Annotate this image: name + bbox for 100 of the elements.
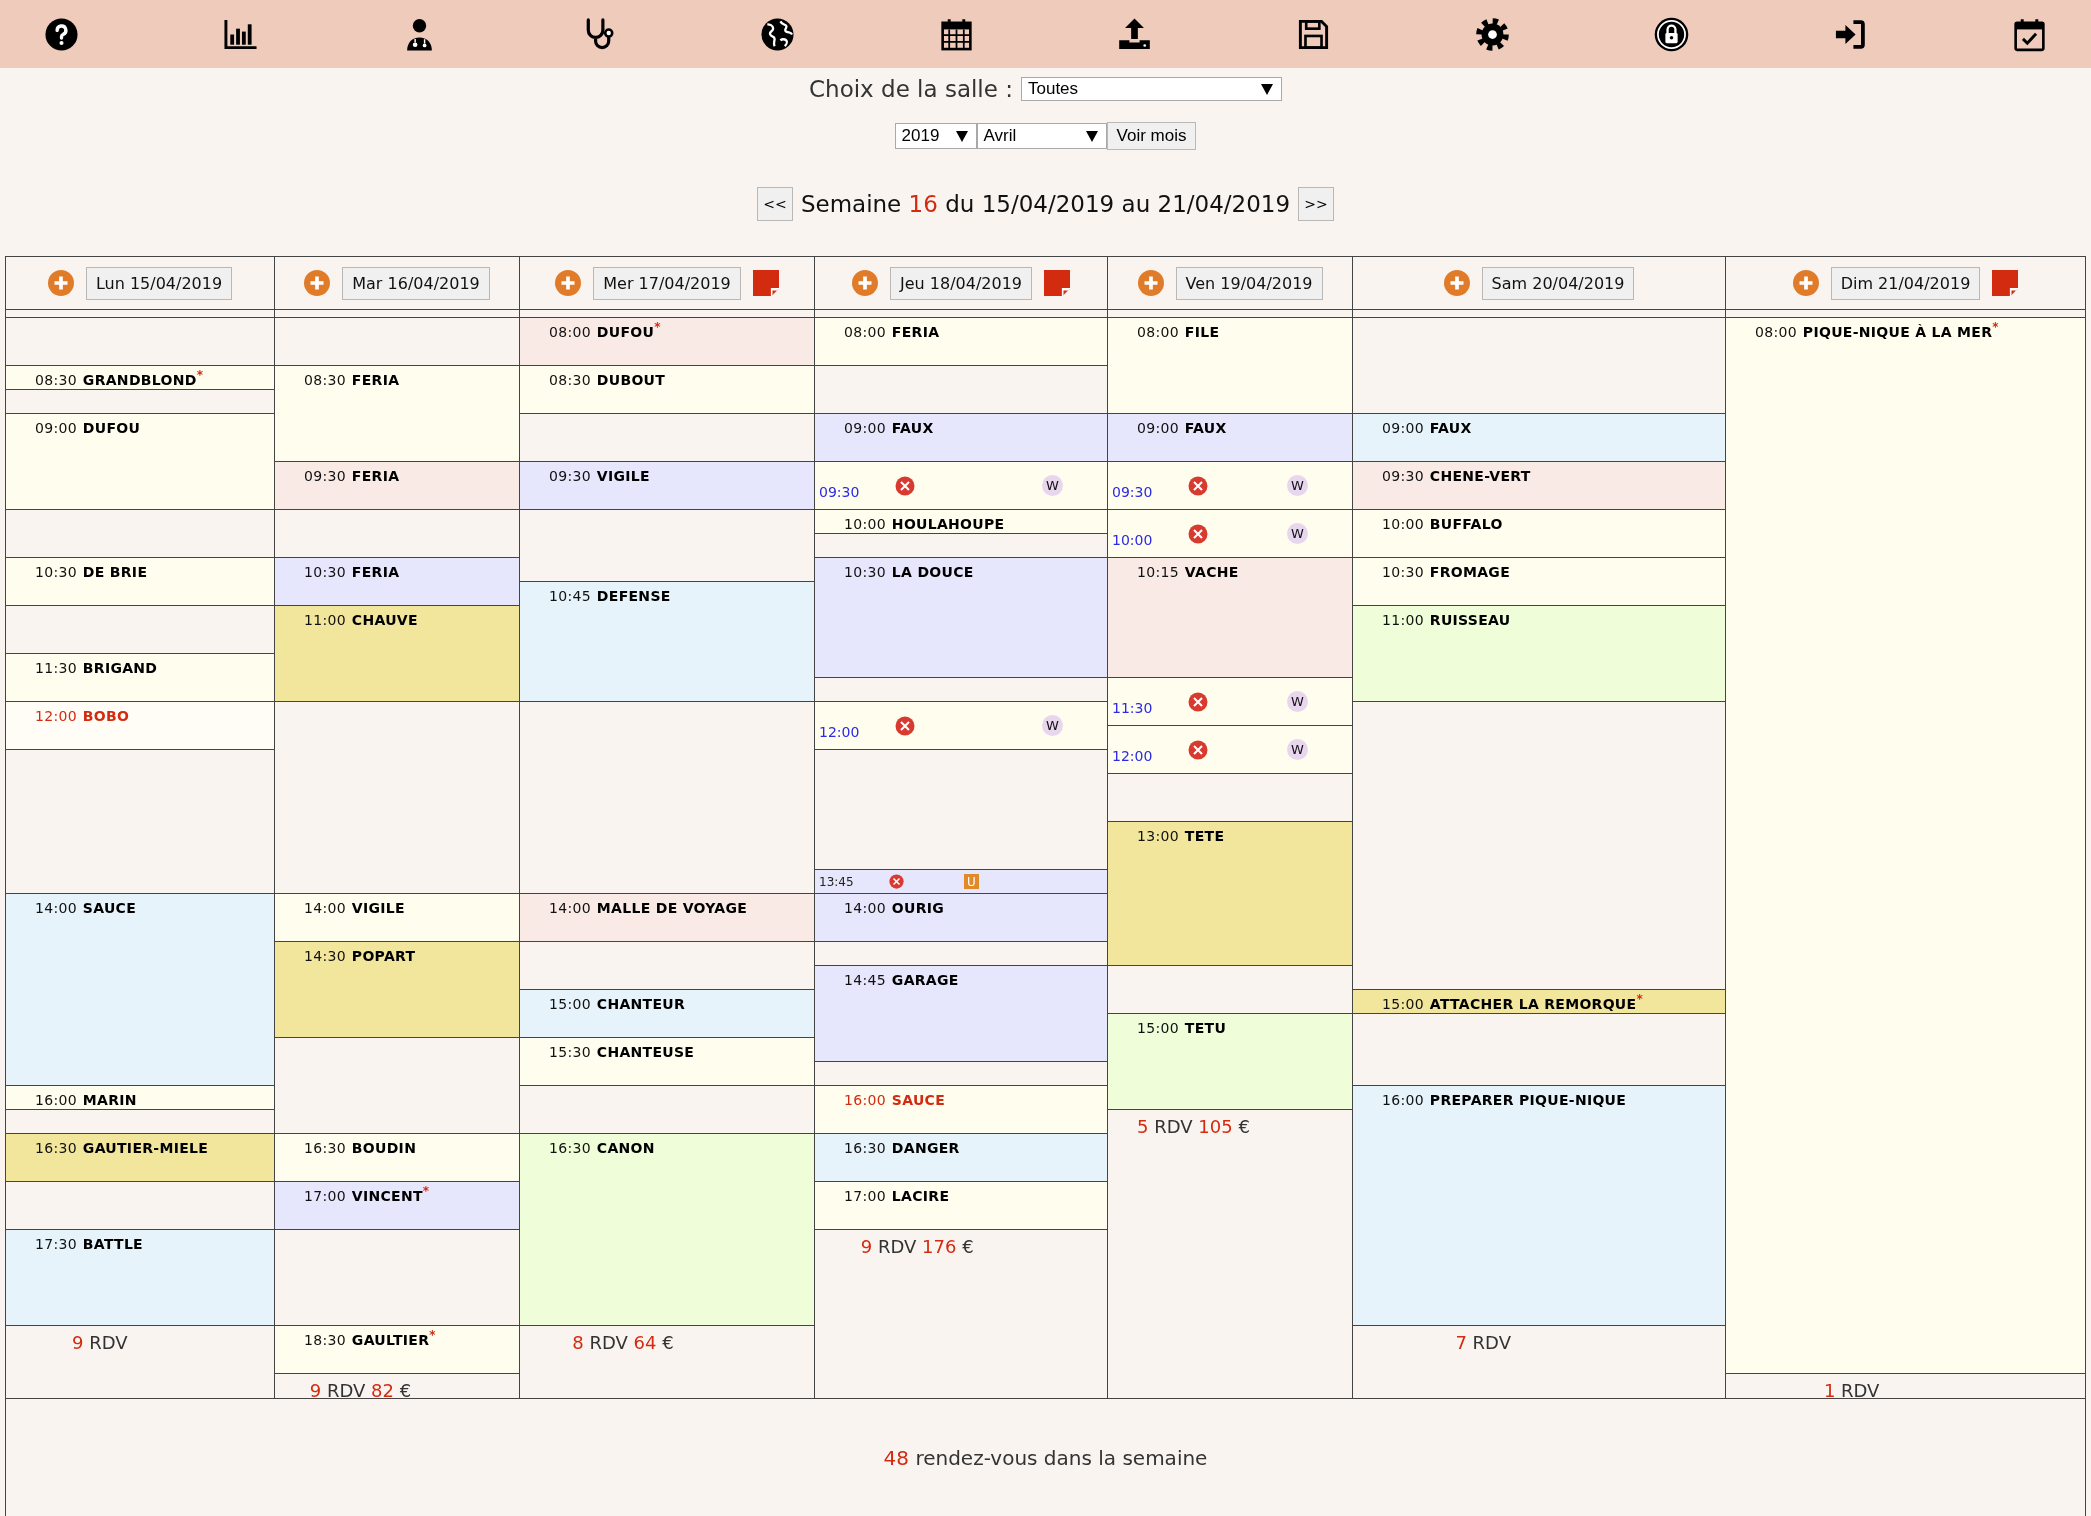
add-icon[interactable] — [1137, 270, 1164, 296]
patient-name: FROMAGE — [1429, 564, 1511, 580]
year-select[interactable]: 2019 — [894, 123, 977, 149]
help-icon[interactable] — [44, 16, 79, 52]
appointment-cell[interactable]: 08:00 FERIA — [815, 318, 1107, 366]
appointment-cell[interactable]: 08:00 DUFOU$^{*}$ — [520, 318, 814, 366]
slot-badge[interactable]: W — [1042, 715, 1063, 736]
calendar-icon[interactable] — [938, 16, 974, 52]
free-slot[interactable]: 10:00 W — [1108, 510, 1352, 558]
slot-badge[interactable]: W — [1287, 523, 1308, 544]
appointment-cell[interactable]: 11:00 CHAUVE — [275, 606, 519, 702]
appointment-cell[interactable]: 10:30 DE BRIE — [6, 558, 274, 606]
appointment-cell[interactable]: 09:00 DUFOU — [6, 414, 274, 510]
cancel-icon[interactable] — [1188, 691, 1208, 712]
add-icon[interactable] — [555, 270, 582, 296]
free-slot[interactable]: 12:00 W — [815, 702, 1107, 750]
appointment-cell[interactable]: 16:30 GAUTIER-MIELE — [6, 1134, 274, 1182]
appointment-cell[interactable]: 10:00 HOULAHOUPE — [815, 510, 1107, 534]
appointment-cell[interactable]: 09:30 CHENE-VERT — [1353, 462, 1725, 510]
day-button[interactable]: Lun 15/04/2019 — [85, 266, 233, 300]
cancel-icon[interactable] — [1188, 739, 1208, 760]
appointment-cell[interactable]: 14:45 GARAGE — [815, 966, 1107, 1062]
slot-badge[interactable]: W — [1287, 475, 1308, 496]
upload-icon[interactable] — [1117, 16, 1153, 52]
cancel-icon[interactable] — [895, 475, 915, 496]
month-select[interactable]: Avril — [976, 123, 1107, 149]
appointment-cell[interactable]: 10:00 BUFFALO — [1353, 510, 1725, 558]
calendar-check-icon[interactable] — [2011, 16, 2047, 52]
appointment-cell[interactable]: 15:30 CHANTEUSE — [520, 1038, 814, 1086]
note-icon[interactable] — [1992, 270, 2019, 296]
add-icon[interactable] — [47, 270, 74, 296]
free-slot[interactable]: 12:00 W — [1108, 726, 1352, 774]
appointment-cell[interactable]: 14:00 OURIG — [815, 894, 1107, 942]
day-button[interactable]: Mar 16/04/2019 — [342, 266, 490, 300]
appointment-cell[interactable]: 17:00 VINCENT$^{*}$ — [275, 1182, 519, 1230]
appointment-time: 10:45 — [549, 588, 591, 604]
note-icon[interactable] — [752, 270, 779, 296]
appointment-cell[interactable]: 13:00 TETE — [1108, 822, 1352, 966]
appointment-cell[interactable]: 16:30 BOUDIN — [275, 1134, 519, 1182]
appointment-cell[interactable]: 14:00 VIGILE — [275, 894, 519, 942]
appointment-cell[interactable]: 09:30 VIGILE — [520, 462, 814, 510]
free-slot[interactable]: 11:30 W — [1108, 678, 1352, 726]
appointment-cell[interactable]: 11:00 RUISSEAU — [1353, 606, 1725, 702]
day-button[interactable]: Mer 17/04/2019 — [593, 266, 741, 300]
appointment-cell[interactable]: 08:00 PIQUE-NIQUE À LA MER$^{*}$ — [1726, 318, 2085, 1374]
note-icon[interactable] — [1044, 270, 1070, 296]
next-week-button[interactable]: >> — [1298, 187, 1335, 221]
previous-week-button[interactable]: << — [756, 187, 793, 221]
settings-icon[interactable] — [1475, 16, 1511, 52]
appointment-cell[interactable]: 16:00 PREPARER PIQUE-NIQUE — [1353, 1086, 1725, 1326]
appointment-cell[interactable]: 14:30 POPART — [275, 942, 519, 1038]
day-button[interactable]: Sam 20/04/2019 — [1481, 266, 1635, 300]
cancel-icon[interactable] — [1188, 523, 1208, 544]
appointment-cell[interactable]: 14:00 MALLE DE VOYAGE — [520, 894, 814, 942]
appointment-cell[interactable]: 16:30 CANON — [520, 1134, 814, 1326]
add-icon[interactable] — [304, 270, 331, 296]
day-button[interactable]: Jeu 18/04/2019 — [890, 266, 1032, 300]
cancel-icon[interactable] — [889, 874, 904, 889]
appointment-cell[interactable]: 16:30 DANGER — [815, 1134, 1107, 1182]
appointment-cell[interactable]: 08:30 FERIA — [275, 366, 519, 462]
cancel-icon[interactable] — [895, 715, 915, 736]
appointment-cell[interactable]: 16:00 MARIN — [6, 1086, 274, 1110]
add-icon[interactable] — [1792, 270, 1819, 296]
slot-badge[interactable]: W — [1287, 691, 1308, 712]
appointment-cell[interactable]: 11:30 BRIGAND — [6, 654, 274, 702]
appointment-cell[interactable]: 12:00 BOBO — [6, 702, 274, 750]
free-slot[interactable]: 09:30 W — [1108, 462, 1352, 510]
appointment-cell[interactable]: 15:00 ATTACHER LA REMORQUE$^{*}$ — [1353, 990, 1725, 1014]
add-icon[interactable] — [1443, 270, 1470, 296]
view-month-button[interactable]: Voir mois — [1106, 122, 1197, 150]
appointment-cell[interactable]: 15:00 CHANTEUR — [520, 990, 814, 1038]
appointment-cell[interactable]: 16:00 SAUCE — [815, 1086, 1107, 1134]
appointment-cell[interactable]: 08:30 GRANDBLOND$^{*}$ — [6, 366, 274, 390]
appointment-cell[interactable]: 08:00 FILE — [1108, 318, 1352, 414]
slot-badge[interactable]: W — [1287, 739, 1308, 760]
appointment-cell[interactable]: 10:30 FROMAGE — [1353, 558, 1725, 606]
cancel-icon[interactable] — [1188, 475, 1208, 496]
appointment-cell[interactable]: 10:30 FERIA — [275, 558, 519, 606]
lock-icon[interactable] — [1654, 16, 1690, 52]
appointment-cell[interactable]: 14:00 SAUCE — [6, 894, 274, 1086]
appointment-cell[interactable]: 17:30 BATTLE — [6, 1230, 274, 1326]
appointment-cell[interactable]: 10:30 LA DOUCE — [815, 558, 1107, 678]
appointment-cell[interactable]: 15:00 TETU — [1108, 1014, 1352, 1110]
appointment-cell[interactable]: 10:15 VACHE — [1108, 558, 1352, 678]
globe-icon[interactable] — [759, 16, 795, 52]
free-slot[interactable]: 13:45 U — [815, 870, 1107, 894]
add-icon[interactable] — [852, 270, 878, 296]
appointment-cell[interactable]: 09:30 FERIA — [275, 462, 519, 510]
appointment-cell[interactable]: 18:30 GAULTIER$^{*}$ — [275, 1326, 519, 1374]
free-slot[interactable]: 09:30 W — [815, 462, 1107, 510]
appointment-cell[interactable]: 10:45 DEFENSE — [520, 582, 814, 702]
slot-badge[interactable]: W — [1042, 475, 1063, 496]
appointment-cell[interactable]: 09:00 FAUX — [1108, 414, 1352, 462]
day-button[interactable]: Ven 19/04/2019 — [1175, 266, 1323, 300]
room-select[interactable]: Toutes — [1020, 77, 1282, 101]
appointment-cell[interactable]: 17:00 LACIRE — [815, 1182, 1107, 1230]
appointment-cell[interactable]: 09:00 FAUX — [1353, 414, 1725, 462]
appointment-cell[interactable]: 08:30 DUBOUT — [520, 366, 814, 414]
appointment-cell[interactable]: 09:00 FAUX — [815, 414, 1107, 462]
day-button[interactable]: Dim 21/04/2019 — [1830, 266, 1981, 300]
